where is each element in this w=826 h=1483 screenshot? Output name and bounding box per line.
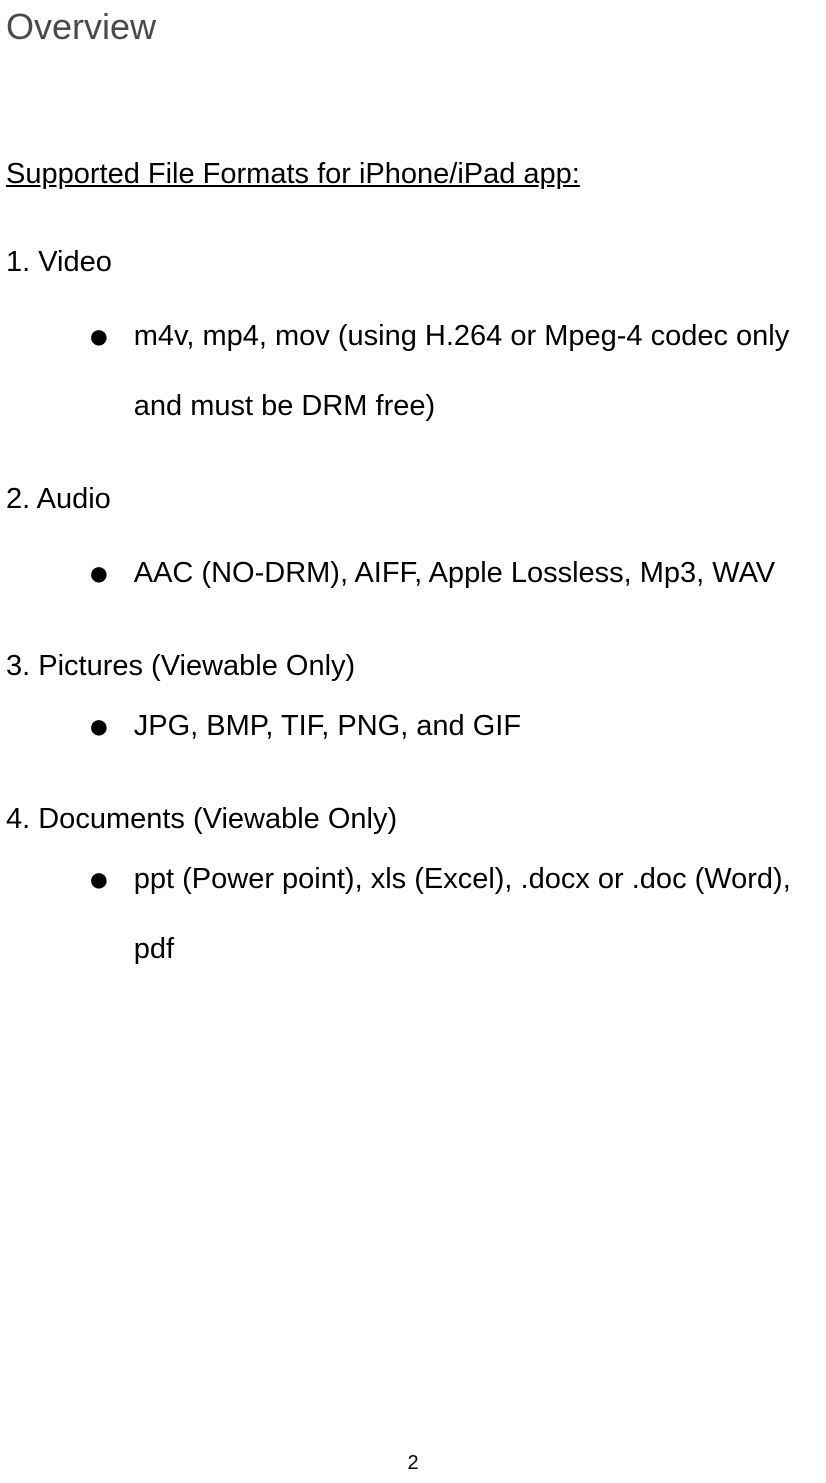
bullet-text-video: m4v, mp4, mov (using H.264 or Mpeg-4 cod… [134,301,814,441]
bullet-text-documents: ppt (Power point), xls (Excel), .docx or… [134,844,814,984]
bullet-icon: ● [88,558,110,587]
bullet-icon: ● [88,321,110,350]
list-item: ● AAC (NO-DRM), AIFF, Apple Lossless, Mp… [0,558,826,608]
list-item: ● ppt (Power point), xls (Excel), .docx … [0,864,826,984]
document-page: Overview Supported File Formats for iPho… [0,6,826,1483]
section-heading-audio: 2. Audio [6,483,826,516]
section-heading-documents: 4. Documents (Viewable Only) [6,803,826,836]
section-subtitle: Supported File Formats for iPhone/iPad a… [6,158,826,191]
bullet-text-pictures: JPG, BMP, TIF, PNG, and GIF [134,691,521,761]
list-item: ● JPG, BMP, TIF, PNG, and GIF [0,711,826,761]
section-heading-pictures: 3. Pictures (Viewable Only) [6,650,826,683]
page-title: Overview [6,6,826,48]
bullet-icon: ● [88,864,110,893]
section-heading-video: 1. Video [6,246,826,279]
bullet-icon: ● [88,711,110,740]
page-number: 2 [0,1452,826,1475]
list-item: ● m4v, mp4, mov (using H.264 or Mpeg-4 c… [0,321,826,441]
bullet-text-audio: AAC (NO-DRM), AIFF, Apple Lossless, Mp3,… [134,538,775,608]
